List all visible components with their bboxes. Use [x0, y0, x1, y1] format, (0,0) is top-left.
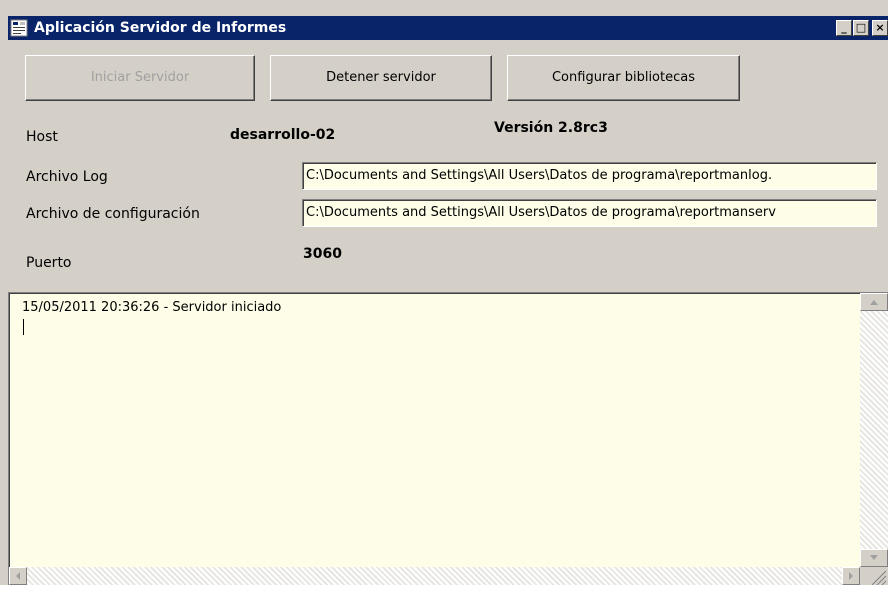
- log-file-label: Archivo Log: [26, 169, 108, 185]
- window-title: Aplicación Servidor de Informes: [34, 20, 287, 36]
- scroll-down-button[interactable]: [860, 549, 888, 567]
- close-icon: ×: [875, 21, 885, 34]
- resize-grip-icon: [871, 570, 887, 586]
- resize-grip[interactable]: [860, 567, 888, 586]
- minimize-icon: _: [841, 21, 847, 34]
- log-memo[interactable]: 15/05/2011 20:36:26 - Servidor iniciado: [8, 292, 888, 585]
- log-text: 15/05/2011 20:36:26 - Servidor iniciado: [22, 300, 282, 315]
- host-label: Host: [26, 129, 58, 145]
- scroll-up-icon: [870, 300, 878, 305]
- app-icon: [10, 19, 28, 37]
- log-file-input[interactable]: C:\Documents and Settings\All Users\Dato…: [302, 162, 877, 190]
- scroll-right-icon: [849, 572, 853, 580]
- maximize-button[interactable]: □: [853, 20, 869, 36]
- configure-libraries-button[interactable]: Configurar bibliotecas: [507, 55, 740, 101]
- app-window: Aplicación Servidor de Informes _ □ × In…: [0, 0, 888, 586]
- scroll-left-button[interactable]: [9, 567, 27, 585]
- host-value: desarrollo-02: [230, 127, 336, 143]
- config-file-input[interactable]: C:\Documents and Settings\All Users\Dato…: [302, 199, 877, 227]
- maximize-icon: □: [855, 21, 867, 34]
- minimize-button[interactable]: _: [836, 20, 852, 36]
- vertical-scrollbar[interactable]: [860, 293, 888, 567]
- scroll-right-button[interactable]: [842, 567, 860, 585]
- scroll-up-button[interactable]: [860, 293, 888, 311]
- version-value: Versión 2.8rc3: [494, 120, 608, 136]
- scroll-down-icon: [870, 555, 878, 560]
- title-bar[interactable]: Aplicación Servidor de Informes _ □ ×: [8, 16, 888, 40]
- port-value: 3060: [303, 246, 342, 262]
- stop-server-button[interactable]: Detener servidor: [270, 55, 492, 101]
- close-button[interactable]: ×: [872, 20, 888, 36]
- text-caret: [23, 319, 24, 335]
- port-label: Puerto: [26, 255, 72, 271]
- horizontal-scrollbar[interactable]: [9, 567, 860, 585]
- config-file-label: Archivo de configuración: [26, 206, 200, 222]
- scroll-left-icon: [16, 572, 20, 580]
- start-server-button[interactable]: Iniciar Servidor: [25, 55, 255, 101]
